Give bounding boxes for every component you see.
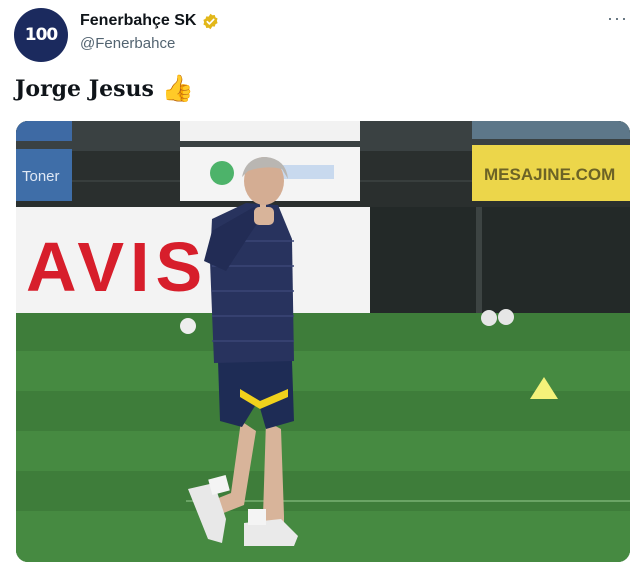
avatar[interactable]: 100 [14,8,68,62]
more-options-icon[interactable]: ··· [607,8,628,29]
tweet-card[interactable]: 100 Fenerbahçe SK @Fenerbahce ··· Jorge … [0,0,640,570]
tweet-text-content: Jorge Jesus [15,76,154,102]
avatar-logo-text: 100 [24,25,58,45]
board-text-small: Toner [22,168,60,185]
verified-icon[interactable] [202,13,219,30]
name-row: Fenerbahçe SK [80,12,219,30]
display-name[interactable]: Fenerbahçe SK [80,12,196,30]
board-text-right: MESAJINE.COM [484,165,615,184]
tweet-text: Jorge Jesus 👍 [15,76,194,102]
photo-scene: Toner MESAJINE.COM AVIS [16,121,630,562]
board-text-avis: AVIS [26,228,208,306]
thumbs-up-icon: 👍 [161,74,195,104]
account-handle[interactable]: @Fenerbahce [80,35,175,52]
tweet-photo[interactable]: Toner MESAJINE.COM AVIS [16,121,630,562]
